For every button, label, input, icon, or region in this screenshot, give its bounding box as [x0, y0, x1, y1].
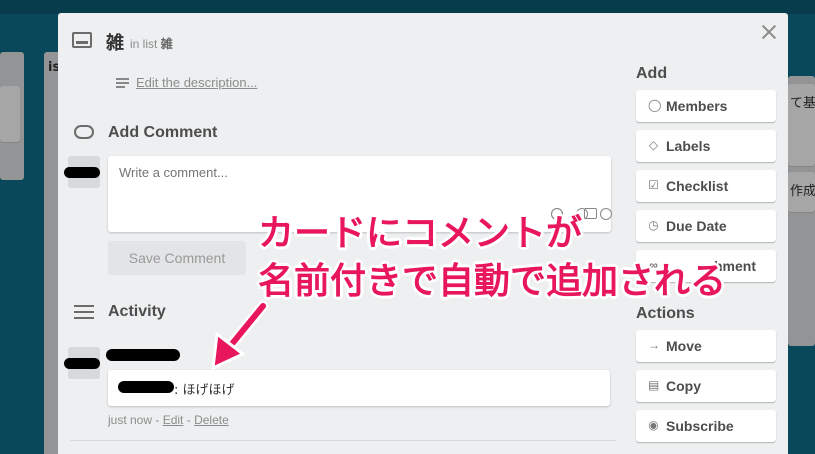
comment-time: just now: [108, 413, 153, 427]
activity-comment-box: : ほげほげ: [108, 370, 610, 406]
checklist-button[interactable]: ☑ Checklist: [636, 170, 776, 202]
emoji-icon[interactable]: [600, 208, 612, 220]
list-reference: in list 雑: [130, 35, 173, 52]
redacted-avatar-mark: [64, 358, 100, 369]
subscribe-label: Subscribe: [666, 418, 734, 434]
edit-comment-link[interactable]: Edit: [163, 413, 184, 427]
activity-icon: [74, 305, 94, 321]
annotation-line-2: 名前付きで自動で追加される: [258, 261, 727, 302]
add-heading: Add: [636, 65, 668, 82]
members-label: Members: [666, 98, 728, 114]
activity-heading: Activity: [108, 303, 166, 320]
due-date-button[interactable]: ◷ Due Date: [636, 210, 776, 242]
due-date-label: Due Date: [666, 218, 727, 234]
meta-separator: -: [183, 413, 195, 427]
arrow-right-icon: →: [648, 338, 660, 352]
person-icon: ◯: [648, 98, 662, 112]
delete-comment-link[interactable]: Delete: [194, 413, 229, 427]
comment-text: : ほげほげ: [174, 383, 235, 398]
save-comment-button[interactable]: Save Comment: [108, 241, 246, 275]
redacted-mention: [118, 381, 174, 393]
activity-avatar[interactable]: [64, 347, 100, 379]
labels-label: Labels: [666, 138, 711, 154]
avatar[interactable]: [64, 156, 100, 188]
move-label: Move: [666, 338, 702, 354]
divider: [70, 440, 616, 441]
card-icon: [72, 32, 92, 48]
redacted-avatar-mark: [64, 167, 100, 178]
clock-icon: ◷: [648, 218, 659, 232]
comment-meta: just now - Edit - Delete: [108, 413, 229, 427]
subscribe-button[interactable]: ◉ Subscribe: [636, 410, 776, 442]
members-button[interactable]: ◯ Members: [636, 90, 776, 122]
card-icon: ▤: [648, 378, 660, 392]
card-title[interactable]: 雑: [106, 29, 124, 55]
close-icon[interactable]: [758, 21, 780, 43]
checklist-label: Checklist: [666, 178, 729, 194]
meta-separator: -: [152, 413, 163, 427]
description-icon: [116, 78, 129, 89]
eye-icon: ◉: [648, 418, 659, 432]
tag-icon: ◇: [648, 138, 659, 152]
labels-button[interactable]: ◇ Labels: [636, 130, 776, 162]
copy-label: Copy: [666, 378, 701, 394]
copy-button[interactable]: ▤ Copy: [636, 370, 776, 402]
comment-input[interactable]: [119, 165, 589, 180]
move-button[interactable]: → Move: [636, 330, 776, 362]
edit-description-link[interactable]: Edit the description...: [136, 75, 257, 90]
add-comment-heading: Add Comment: [108, 124, 218, 141]
list-name-link[interactable]: 雑: [161, 37, 173, 51]
comment-icon: [74, 125, 94, 139]
annotation-line-1: カードにコメントが: [258, 213, 583, 254]
actions-heading: Actions: [636, 305, 695, 322]
card-link-icon[interactable]: [584, 208, 597, 219]
annotation-arrow: [211, 300, 269, 370]
redacted-author-name[interactable]: [106, 349, 180, 361]
in-list-prefix: in list: [130, 37, 158, 51]
checkbox-icon: ☑: [648, 178, 659, 192]
